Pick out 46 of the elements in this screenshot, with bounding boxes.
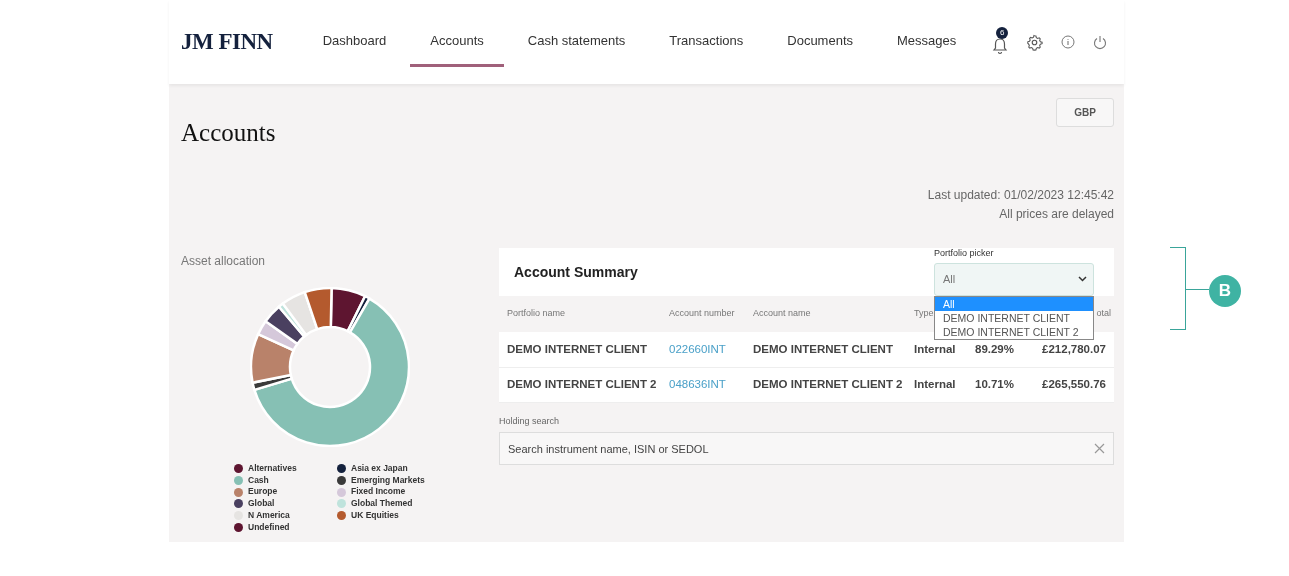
- legend-label: Asia ex Japan: [351, 463, 408, 475]
- legend-label: UK Equities: [351, 509, 399, 522]
- notification-count: 6: [996, 27, 1009, 39]
- nav-tab[interactable]: Accounts: [410, 0, 504, 84]
- info-icon[interactable]: [1061, 35, 1076, 49]
- legend-label: N America: [248, 509, 290, 522]
- last-updated-text: Last updated: 01/02/2023 12:45:42: [927, 188, 1114, 202]
- legend-label: Alternatives: [248, 463, 297, 475]
- field-label: Portfolio picker: [934, 248, 994, 258]
- legend-label: Emerging Markets: [351, 474, 425, 487]
- close-icon[interactable]: [1094, 443, 1105, 454]
- legend-label: Fixed Income: [351, 486, 406, 499]
- logo[interactable]: JM FINN: [181, 24, 273, 60]
- nav-tab[interactable]: Cash statements: [507, 0, 646, 84]
- table-cell: DEMO INTERNET CLIENT: [499, 332, 661, 367]
- currency-button[interactable]: GBP: [1056, 98, 1114, 127]
- table-cell: 10.71%: [964, 367, 1022, 402]
- table-cell: £265,550.76: [1022, 367, 1114, 402]
- table-cell: DEMO INTERNET CLIENT 2: [499, 367, 661, 402]
- table-cell: Internal: [906, 367, 964, 402]
- nav-tab[interactable]: Messages: [877, 0, 977, 84]
- column-header: Account number: [661, 296, 745, 332]
- portfolio-select[interactable]: All: [934, 262, 1094, 296]
- callout-marker: B: [1209, 275, 1241, 307]
- nav-tab[interactable]: Transactions: [649, 0, 764, 84]
- legend-label: Global: [248, 498, 275, 510]
- page-title: Accounts: [181, 118, 276, 148]
- section-title: Asset allocation: [181, 254, 266, 268]
- legend-label: Global Themed: [351, 498, 413, 510]
- table-cell: DEMO INTERNET CLIENT: [745, 332, 906, 367]
- card-title: Account Summary: [514, 262, 638, 282]
- notification-bell-icon[interactable]: [992, 36, 1009, 55]
- legend-label: Cash: [248, 474, 269, 487]
- settings-icon[interactable]: [1026, 33, 1044, 51]
- legend-label: Europe: [248, 486, 278, 499]
- legend-label: Undefined: [248, 521, 290, 534]
- field-label: Holding search: [499, 415, 560, 426]
- power-icon[interactable]: [1093, 34, 1108, 50]
- column-header: Account name: [745, 296, 906, 332]
- column-header: Portfolio name: [499, 296, 661, 332]
- search-field[interactable]: Search instrument name, ISIN or SEDOL: [499, 432, 1114, 465]
- nav-tab[interactable]: Documents: [767, 0, 873, 84]
- caret-icon: [1078, 276, 1087, 282]
- table-cell: DEMO INTERNET CLIENT 2: [745, 367, 906, 402]
- nav-tab[interactable]: Dashboard: [302, 0, 407, 84]
- price-delay-note: All prices are delayed: [999, 207, 1114, 221]
